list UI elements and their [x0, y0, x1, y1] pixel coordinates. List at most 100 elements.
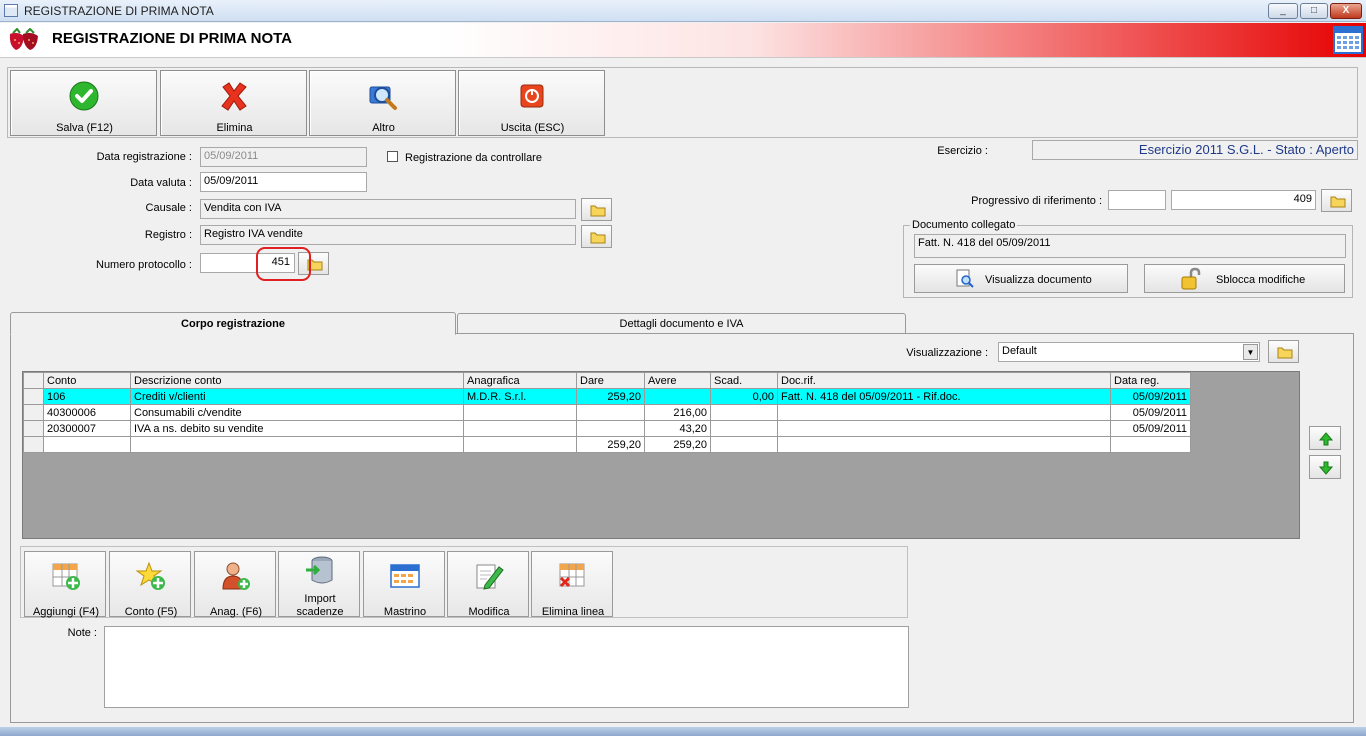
document-search-icon — [956, 269, 974, 288]
causale-field[interactable]: Vendita con IVA — [200, 199, 576, 219]
check-icon — [69, 81, 99, 111]
registro-field[interactable]: Registro IVA vendite — [200, 225, 576, 245]
row-indicator[interactable] — [23, 436, 44, 453]
folder-icon — [590, 205, 606, 217]
table-cell[interactable]: Crediti v/clienti — [130, 388, 464, 405]
conto-label: Conto (F5) — [124, 606, 178, 618]
tab-corpo-registrazione[interactable]: Corpo registrazione — [10, 312, 456, 335]
table-cell[interactable] — [576, 404, 645, 421]
folder-icon — [1330, 196, 1346, 208]
row-indicator-header — [23, 372, 44, 389]
table-cell[interactable]: 40300006 — [43, 404, 131, 421]
progressivo-lookup-button[interactable] — [1321, 189, 1352, 212]
row-indicator[interactable] — [23, 420, 44, 437]
other-button[interactable]: Altro — [309, 70, 456, 136]
registro-lookup-button[interactable] — [581, 225, 612, 248]
table-cell[interactable]: 0,00 — [710, 388, 778, 405]
table-cell[interactable]: 259,20 — [576, 388, 645, 405]
da-controllare-checkbox[interactable] — [387, 151, 398, 162]
delete-button[interactable]: Elimina — [160, 70, 307, 136]
close-button[interactable]: X — [1330, 3, 1362, 19]
table-cell[interactable]: 20300007 — [43, 420, 131, 437]
esercizio-label: Esercizio : — [937, 145, 988, 157]
table-cell[interactable]: 43,20 — [644, 420, 711, 437]
table-cell[interactable] — [463, 420, 577, 437]
table-cell[interactable] — [777, 420, 1111, 437]
row-tools-toolbar: Aggiungi (F4) Conto (F5) Anag. (F6) Impo… — [20, 546, 908, 618]
column-header[interactable]: Doc.rif. — [777, 372, 1111, 389]
exit-button[interactable]: Uscita (ESC) — [458, 70, 605, 136]
table-cell[interactable]: 05/09/2011 — [1110, 404, 1191, 421]
table-cell[interactable]: Fatt. N. 418 del 05/09/2011 - Rif.doc. — [777, 388, 1111, 405]
chevron-down-icon[interactable]: ▼ — [1243, 344, 1258, 360]
table-cell[interactable] — [710, 420, 778, 437]
table-cell[interactable] — [710, 404, 778, 421]
modifica-label: Modifica — [468, 606, 510, 618]
conto-button[interactable]: Conto (F5) — [109, 551, 191, 618]
arrow-down-icon — [1319, 461, 1333, 475]
table-row[interactable]: 20300007 IVA a ns. debito su vendite 43,… — [23, 420, 1191, 437]
minimize-button[interactable]: _ — [1268, 3, 1298, 19]
protocollo-highlight-circle — [256, 247, 311, 281]
visualizzazione-lookup-button[interactable] — [1268, 340, 1299, 363]
tab-dettagli-documento[interactable]: Dettagli documento e IVA — [457, 313, 906, 333]
delete-label: Elimina — [216, 122, 253, 134]
data-registrazione-field[interactable]: 05/09/2011 — [200, 147, 367, 167]
view-document-button[interactable]: Visualizza documento — [914, 264, 1128, 293]
note-label: Note : — [67, 627, 97, 639]
delete-row-button[interactable]: Elimina linea — [531, 551, 613, 618]
table-row[interactable]: 40300006 Consumabili c/vendite 216,00 05… — [23, 404, 1191, 421]
table-cell[interactable] — [777, 404, 1111, 421]
arrow-up-icon — [1319, 432, 1333, 446]
column-header[interactable]: Anagrafica — [463, 372, 577, 389]
table-cell[interactable] — [576, 420, 645, 437]
unlock-button[interactable]: Sblocca modifiche — [1144, 264, 1345, 293]
progressivo-field-a[interactable] — [1108, 190, 1166, 210]
window-title-bar: REGISTRAZIONE DI PRIMA NOTA _ □ X — [0, 0, 1366, 22]
grid-delete-icon — [559, 563, 585, 588]
column-header[interactable]: Scad. — [710, 372, 778, 389]
table-cell[interactable]: 216,00 — [644, 404, 711, 421]
data-valuta-field[interactable]: 05/09/2011 — [200, 172, 367, 192]
table-cell[interactable]: Consumabili c/vendite — [130, 404, 464, 421]
table-cell[interactable]: M.D.R. S.r.l. — [463, 388, 577, 405]
registration-grid: Conto Descrizione conto Anagrafica Dare … — [22, 371, 1300, 539]
column-header[interactable]: Descrizione conto — [130, 372, 464, 389]
table-cell[interactable] — [644, 388, 711, 405]
save-label: Salva (F12) — [56, 122, 113, 134]
table-cell — [777, 436, 1111, 453]
maximize-button[interactable]: □ — [1300, 3, 1328, 19]
table-cell[interactable]: IVA a ns. debito su vendite — [130, 420, 464, 437]
table-cell[interactable]: 05/09/2011 — [1110, 388, 1191, 405]
column-header[interactable]: Dare — [576, 372, 645, 389]
import-scadenze-button[interactable]: Import scadenze — [278, 551, 360, 618]
calendar-icon[interactable] — [1333, 26, 1363, 54]
progressivo-field-b[interactable]: 409 — [1171, 190, 1316, 210]
anagrafica-button[interactable]: Anag. (F6) — [194, 551, 276, 618]
visualizzazione-select[interactable]: Default ▼ — [998, 342, 1260, 362]
mastrino-button[interactable]: Mastrino — [363, 551, 445, 618]
table-cell[interactable] — [463, 404, 577, 421]
causale-lookup-button[interactable] — [581, 198, 612, 221]
totals-row: 259,20 259,20 — [23, 436, 1191, 453]
page-title: REGISTRAZIONE DI PRIMA NOTA — [52, 30, 292, 47]
table-row[interactable]: 106 Crediti v/clienti M.D.R. S.r.l. 259,… — [23, 388, 1191, 405]
column-header[interactable]: Avere — [644, 372, 711, 389]
column-header[interactable]: Conto — [43, 372, 131, 389]
modifica-button[interactable]: Modifica — [447, 551, 529, 618]
move-down-button[interactable] — [1309, 455, 1341, 479]
row-indicator[interactable] — [23, 388, 44, 405]
taskbar — [0, 727, 1366, 736]
import-label-line-2: scadenze — [296, 606, 344, 618]
table-cell[interactable]: 106 — [43, 388, 131, 405]
row-indicator[interactable] — [23, 404, 44, 421]
causale-label: Causale : — [145, 202, 192, 214]
total-avere: 259,20 — [644, 436, 711, 453]
column-header[interactable]: Data reg. — [1110, 372, 1191, 389]
view-document-label: Visualizza documento — [985, 274, 1092, 286]
save-button[interactable]: Salva (F12) — [10, 70, 157, 136]
move-up-button[interactable] — [1309, 426, 1341, 450]
note-textarea[interactable] — [104, 626, 909, 708]
add-row-button[interactable]: Aggiungi (F4) — [24, 551, 106, 618]
table-cell[interactable]: 05/09/2011 — [1110, 420, 1191, 437]
